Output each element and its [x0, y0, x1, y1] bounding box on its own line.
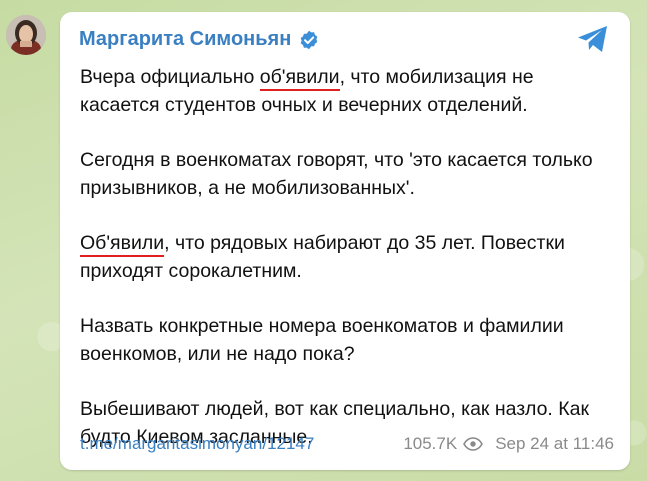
author-name[interactable]: Маргарита Симоньян	[79, 28, 291, 51]
paragraph-2: Сегодня в военкоматах говорят, что 'это …	[80, 149, 593, 199]
message-footer: t.me/margaritasimonyan/12147 105.7K Sep …	[80, 432, 614, 456]
paragraph-3: Об'явили, что рядовых набирают до 35 лет…	[80, 229, 610, 285]
eye-icon	[463, 437, 484, 451]
avatar[interactable]	[6, 15, 46, 55]
avatar-portrait-icon	[6, 15, 46, 55]
message-header: Маргарита Симоньян	[79, 28, 319, 51]
underlined-word: Об'явили	[80, 232, 165, 257]
verified-badge-icon	[300, 30, 318, 49]
paragraph-1: Вчера официально об'явили, что мобилизац…	[80, 63, 610, 119]
telegram-share-icon[interactable]	[576, 24, 610, 54]
post-link[interactable]: t.me/margaritasimonyan/12147	[80, 434, 314, 454]
post-timestamp: Sep 24 at 11:46	[495, 434, 614, 453]
underlined-word: об'явили	[259, 66, 340, 91]
views-count: 105.7K	[403, 434, 458, 453]
text-span: Вчера официально	[80, 66, 260, 88]
message-text: Вчера официально об'явили, что мобилизац…	[80, 63, 610, 478]
paragraph-4: Назвать конкретные номера военкоматов и …	[80, 315, 564, 365]
view-counter: 105.7K	[403, 434, 495, 454]
message-bubble: Маргарита Симоньян Вчера официально об'я…	[60, 12, 630, 470]
